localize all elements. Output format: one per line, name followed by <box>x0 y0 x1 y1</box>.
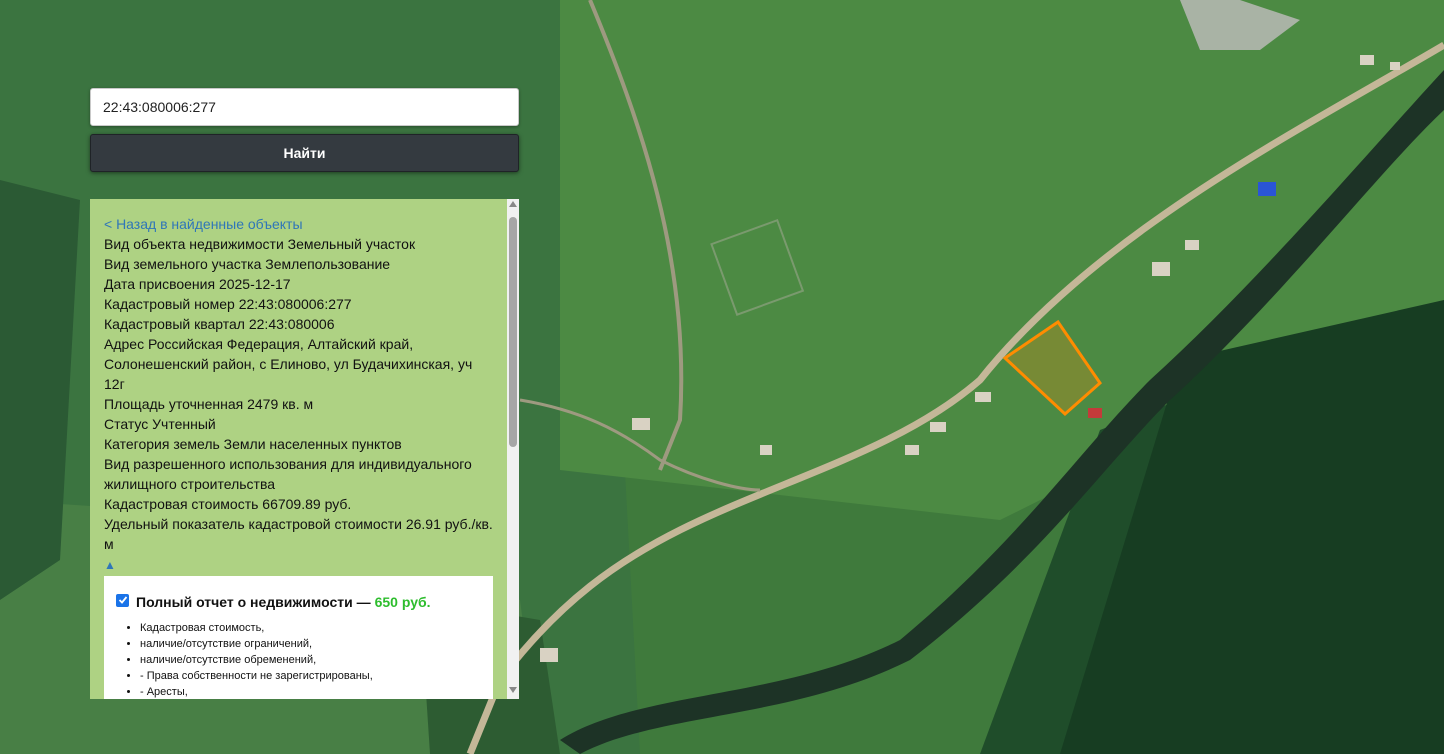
back-to-results-link[interactable]: < Назад в найденные объекты <box>104 214 493 234</box>
scrollbar-thumb[interactable] <box>509 217 517 447</box>
info-land-type: Вид земельного участка Землепользование <box>104 256 391 272</box>
info-address: Адрес Российская Федерация, Алтайский кр… <box>104 336 473 392</box>
info-object-type: Вид объекта недвижимости Земельный участ… <box>104 236 416 252</box>
info-cadastral-value: Кадастровая стоимость 66709.89 руб. <box>104 496 352 512</box>
object-info-panel: < Назад в найденные объекты Вид объекта … <box>90 199 519 699</box>
info-assignment-date: Дата присвоения 2025-12-17 <box>104 276 291 292</box>
check-icon <box>118 596 127 604</box>
list-item: - Аресты, <box>140 684 481 699</box>
search-panel: Найти <box>90 88 519 172</box>
info-cadastral-number: Кадастровый номер 22:43:080006:277 <box>104 296 352 312</box>
report-price: 650 руб. <box>374 594 431 610</box>
info-status: Статус Учтенный <box>104 416 216 432</box>
info-cadastral-quarter: Кадастровый квартал 22:43:080006 <box>104 316 335 332</box>
list-item: наличие/отсутствие обременений, <box>140 652 481 668</box>
full-report-box: Полный отчет о недвижимости — 650 руб. К… <box>104 576 493 699</box>
info-scroll-area[interactable]: < Назад в найденные объекты Вид объекта … <box>90 199 507 699</box>
info-permitted-use: Вид разрешенного использования для индив… <box>104 456 472 492</box>
info-area: Площадь уточненная 2479 кв. м <box>104 396 314 412</box>
scroll-down-arrow-icon[interactable] <box>509 687 517 693</box>
list-item: Кадастровая стоимость, <box>140 620 481 636</box>
info-unit-value: Удельный показатель кадастровой стоимост… <box>104 516 493 552</box>
scroll-up-arrow-icon[interactable] <box>509 201 517 207</box>
report-checkbox[interactable] <box>116 593 129 607</box>
info-land-category: Категория земель Земли населенных пункто… <box>104 436 402 452</box>
collapse-arrow-icon[interactable]: ▲ <box>104 556 493 574</box>
list-item: наличие/отсутствие ограничений, <box>140 636 481 652</box>
scrollbar[interactable] <box>507 199 519 699</box>
cadastral-search-input[interactable] <box>90 88 519 126</box>
report-title: Полный отчет о недвижимости — <box>136 594 371 610</box>
list-item: - Права собственности не зарегистрирован… <box>140 668 481 684</box>
search-button[interactable]: Найти <box>90 134 519 172</box>
report-items-list: Кадастровая стоимость, наличие/отсутстви… <box>116 620 481 699</box>
